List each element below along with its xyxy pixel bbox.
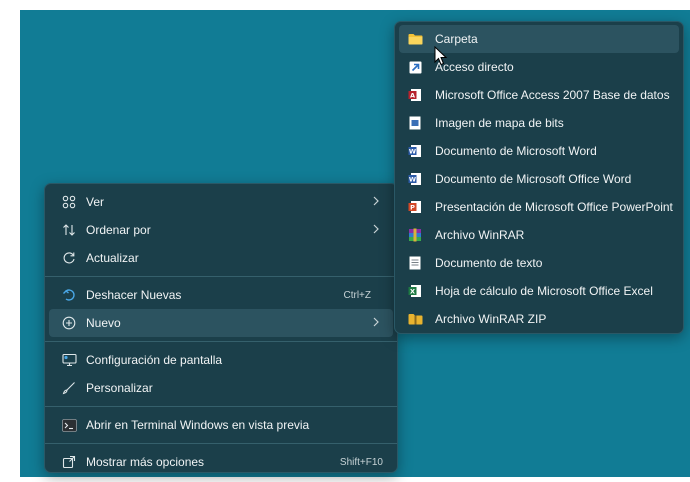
svg-text:P: P <box>410 204 415 212</box>
menu-item-nuevo[interactable]: Nuevo <box>49 309 393 337</box>
excel-icon: X <box>407 283 423 299</box>
submenu-item-label: Hoja de cálculo de Microsoft Office Exce… <box>435 284 653 298</box>
menu-item-abrir-terminal[interactable]: Abrir en Terminal Windows en vista previ… <box>49 411 393 439</box>
word-document-icon: W <box>407 143 423 159</box>
submenu-item-powerpoint[interactable]: P Presentación de Microsoft Office Power… <box>399 193 679 221</box>
submenu-item-label: Archivo WinRAR ZIP <box>435 312 547 326</box>
sort-arrows-icon <box>61 222 77 238</box>
menu-item-label: Actualizar <box>86 251 139 265</box>
office-word-document-icon: W <box>407 171 423 187</box>
chevron-right-icon <box>373 196 379 206</box>
powerpoint-icon: P <box>407 199 423 215</box>
folder-icon <box>407 31 423 47</box>
submenu-item-office-word[interactable]: W Documento de Microsoft Office Word <box>399 165 679 193</box>
display-settings-icon <box>61 352 77 368</box>
menu-item-ordenar-por[interactable]: Ordenar por <box>49 216 393 244</box>
menu-separator <box>45 443 397 444</box>
menu-separator <box>45 276 397 277</box>
submenu-item-bitmap[interactable]: Imagen de mapa de bits <box>399 109 679 137</box>
submenu-item-label: Documento de Microsoft Word <box>435 144 597 158</box>
menu-item-label: Ver <box>86 195 105 209</box>
terminal-icon <box>61 417 77 433</box>
access-database-icon: A <box>407 87 423 103</box>
menu-item-label: Abrir en Terminal Windows en vista previ… <box>86 418 310 432</box>
submenu-item-label: Presentación de Microsoft Office PowerPo… <box>435 200 673 214</box>
submenu-item-label: Acceso directo <box>435 60 514 74</box>
menu-item-actualizar[interactable]: Actualizar <box>49 244 393 272</box>
menu-separator <box>45 341 397 342</box>
winrar-archive-icon <box>407 227 423 243</box>
submenu-item-label: Documento de texto <box>435 256 543 270</box>
menu-item-label: Ordenar por <box>86 223 151 237</box>
submenu-item-winrar-zip[interactable]: Archivo WinRAR ZIP <box>399 305 679 333</box>
menu-item-configuracion-pantalla[interactable]: Configuración de pantalla <box>49 346 393 374</box>
submenu-item-label: Archivo WinRAR <box>435 228 525 242</box>
grid-view-icon <box>61 194 77 210</box>
submenu-item-word[interactable]: W Documento de Microsoft Word <box>399 137 679 165</box>
more-options-icon <box>61 454 77 470</box>
new-plus-icon <box>61 315 77 331</box>
submenu-item-label: Imagen de mapa de bits <box>435 116 564 130</box>
bitmap-image-icon <box>407 115 423 131</box>
text-document-icon <box>407 255 423 271</box>
menu-item-label: Deshacer Nuevas <box>86 288 182 302</box>
menu-item-personalizar[interactable]: Personalizar <box>49 374 393 402</box>
svg-text:W: W <box>409 148 416 156</box>
svg-text:A: A <box>410 92 415 100</box>
submenu-item-access-db[interactable]: A Microsoft Office Access 2007 Base de d… <box>399 81 679 109</box>
submenu-item-winrar[interactable]: Archivo WinRAR <box>399 221 679 249</box>
mouse-cursor-icon <box>434 46 448 66</box>
svg-text:W: W <box>409 176 416 184</box>
new-submenu: Carpeta Acceso directo A Microsoft Offic… <box>394 21 684 334</box>
refresh-icon <box>61 250 77 266</box>
menu-item-label: Configuración de pantalla <box>86 353 223 367</box>
menu-item-label: Mostrar más opciones <box>86 455 205 469</box>
brush-icon <box>61 380 77 396</box>
menu-item-mostrar-mas-opciones[interactable]: Mostrar más opciones Shift+F10 <box>49 448 393 476</box>
menu-separator <box>45 406 397 407</box>
submenu-item-label: Microsoft Office Access 2007 Base de dat… <box>435 88 670 102</box>
shortcut-label: Ctrl+Z <box>343 289 372 301</box>
svg-text:X: X <box>410 288 415 296</box>
submenu-item-label: Carpeta <box>435 32 478 46</box>
menu-item-label: Nuevo <box>86 316 121 330</box>
menu-item-deshacer[interactable]: Deshacer Nuevas Ctrl+Z <box>49 281 393 309</box>
menu-item-ver[interactable]: Ver <box>49 188 393 216</box>
shortcut-label: Shift+F10 <box>339 456 383 468</box>
submenu-item-excel[interactable]: X Hoja de cálculo de Microsoft Office Ex… <box>399 277 679 305</box>
menu-item-label: Personalizar <box>86 381 153 395</box>
undo-icon <box>61 287 77 303</box>
shortcut-icon <box>407 59 423 75</box>
submenu-item-texto[interactable]: Documento de texto <box>399 249 679 277</box>
chevron-right-icon <box>373 317 379 327</box>
chevron-right-icon <box>373 224 379 234</box>
desktop-context-menu: Ver Ordenar por Actualizar Deshacer Nuev… <box>44 183 398 473</box>
winrar-zip-icon <box>407 311 423 327</box>
submenu-item-label: Documento de Microsoft Office Word <box>435 172 632 186</box>
